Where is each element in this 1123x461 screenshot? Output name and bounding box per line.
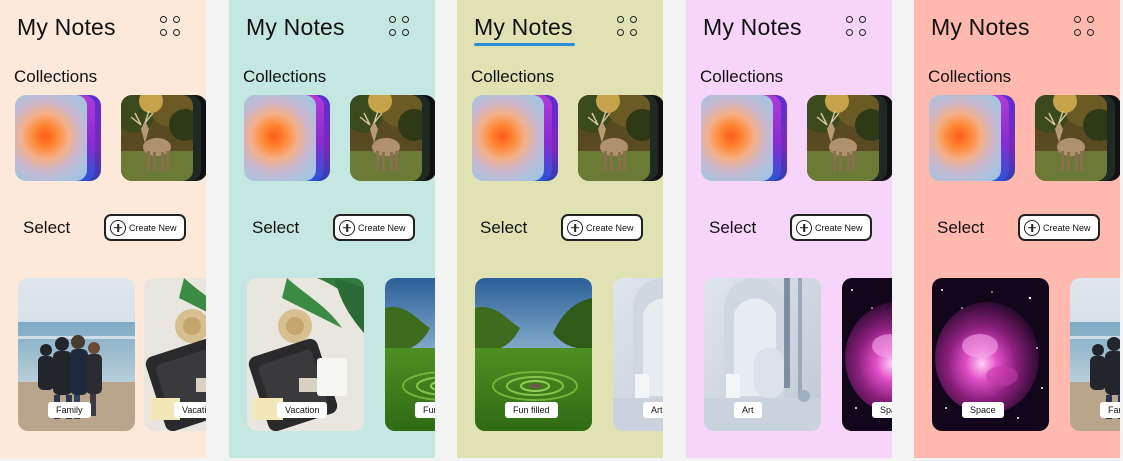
- notes-screen: My Notes Collections Select Create New V…: [229, 0, 435, 458]
- collections-heading: Collections: [14, 67, 98, 86]
- card-label: Space: [872, 402, 892, 418]
- create-new-label: Create New: [815, 222, 863, 233]
- collection-deer[interactable]: [578, 95, 663, 181]
- plus-circle-icon: [339, 219, 355, 236]
- create-new-label: Create New: [358, 222, 406, 233]
- create-new-button[interactable]: Create New: [1018, 214, 1100, 241]
- deer-photo: [121, 95, 193, 181]
- card-label: Space: [962, 402, 1004, 418]
- collection-gradient[interactable]: [15, 95, 101, 181]
- collections-heading: Collections: [928, 67, 1012, 86]
- collection-gradient[interactable]: [244, 95, 330, 181]
- plus-circle-icon: [567, 219, 583, 236]
- create-new-button[interactable]: Create New: [333, 214, 415, 241]
- collections-heading: Collections: [471, 67, 555, 86]
- create-new-label: Create New: [586, 222, 634, 233]
- note-card[interactable]: Art: [613, 278, 663, 431]
- collection-gradient[interactable]: [929, 95, 1015, 181]
- note-card[interactable]: Vacation: [144, 278, 206, 431]
- card-label: Family: [1100, 402, 1120, 418]
- deer-photo: [350, 95, 422, 181]
- grid-dots-icon[interactable]: [616, 16, 640, 38]
- notes-screen: My Notes Collections Select Create New F…: [0, 0, 206, 458]
- plus-circle-icon: [796, 219, 812, 236]
- page-title: My Notes: [246, 14, 345, 40]
- note-card[interactable]: Space: [842, 278, 892, 431]
- note-card[interactable]: Fun filled: [475, 278, 592, 431]
- select-label: Select: [480, 218, 528, 237]
- notes-screen: My Notes Collections Select Create New S…: [914, 0, 1120, 458]
- note-card[interactable]: Art: [704, 278, 821, 431]
- deer-photo: [807, 95, 879, 181]
- page-title: My Notes: [474, 14, 575, 46]
- card-label: Fun filled: [505, 402, 558, 418]
- collection-gradient[interactable]: [472, 95, 558, 181]
- plus-circle-icon: [1024, 219, 1040, 236]
- card-label: Art: [643, 402, 663, 418]
- collections-heading: Collections: [700, 67, 784, 86]
- card-label: Family: [48, 402, 91, 418]
- deer-photo: [1035, 95, 1107, 181]
- collection-deer[interactable]: [807, 95, 892, 181]
- grid-dots-icon[interactable]: [845, 16, 869, 38]
- create-new-label: Create New: [1043, 222, 1091, 233]
- page-title: My Notes: [703, 14, 802, 40]
- collection-gradient[interactable]: [701, 95, 787, 181]
- note-card[interactable]: Vacation: [247, 278, 364, 431]
- create-new-label: Create New: [129, 222, 177, 233]
- create-new-button[interactable]: Create New: [104, 214, 186, 241]
- card-label: Art: [734, 402, 762, 418]
- note-card[interactable]: Family: [18, 278, 135, 431]
- select-label: Select: [709, 218, 757, 237]
- select-label: Select: [937, 218, 985, 237]
- collections-heading: Collections: [243, 67, 327, 86]
- deer-photo: [578, 95, 650, 181]
- collection-deer[interactable]: [1035, 95, 1120, 181]
- collection-deer[interactable]: [121, 95, 206, 181]
- note-card[interactable]: Fun filled: [385, 278, 435, 431]
- notes-screen: My Notes Collections Select Create New A…: [686, 0, 892, 458]
- page-title: My Notes: [17, 14, 116, 40]
- card-label: Vacation: [277, 402, 328, 418]
- plus-circle-icon: [110, 219, 126, 236]
- grid-dots-icon[interactable]: [388, 16, 412, 38]
- create-new-button[interactable]: Create New: [790, 214, 872, 241]
- notes-screen: My Notes Collections Select Create New F…: [457, 0, 663, 458]
- note-card[interactable]: Family: [1070, 278, 1120, 431]
- note-card[interactable]: Space: [932, 278, 1049, 431]
- grid-dots-icon[interactable]: [1073, 16, 1097, 38]
- card-label: Vacation: [174, 402, 206, 418]
- select-label: Select: [252, 218, 300, 237]
- page-title: My Notes: [931, 14, 1030, 40]
- grid-dots-icon[interactable]: [159, 16, 183, 38]
- select-label: Select: [23, 218, 71, 237]
- create-new-button[interactable]: Create New: [561, 214, 643, 241]
- collection-deer[interactable]: [350, 95, 435, 181]
- card-photo: [704, 278, 821, 431]
- card-label: Fun filled: [415, 402, 435, 418]
